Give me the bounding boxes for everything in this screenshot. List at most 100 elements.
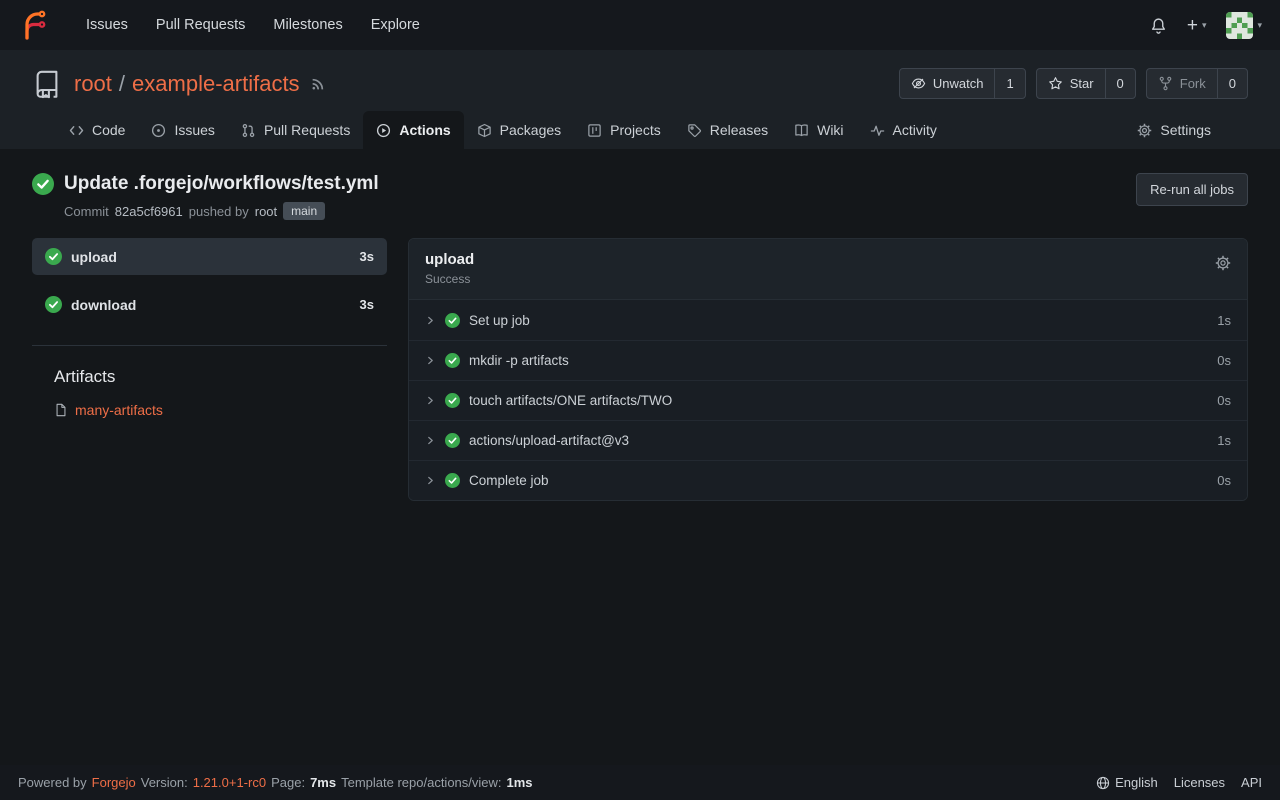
breadcrumb-separator: / bbox=[119, 71, 125, 97]
unwatch-label: Unwatch bbox=[933, 76, 984, 91]
commit-label: Commit bbox=[64, 204, 109, 219]
jobs-sidebar: upload 3s download 3s Artifacts bbox=[32, 238, 387, 501]
issue-circle-icon bbox=[151, 123, 166, 138]
book-icon bbox=[794, 123, 809, 138]
nav-item-milestones[interactable]: Milestones bbox=[259, 0, 356, 50]
package-icon bbox=[477, 123, 492, 138]
star-icon bbox=[1048, 76, 1063, 91]
repo-owner-link[interactable]: root bbox=[74, 71, 112, 97]
job-duration: 3s bbox=[360, 249, 374, 264]
nav-item-pull-requests[interactable]: Pull Requests bbox=[142, 0, 259, 50]
step-row-mkdir[interactable]: mkdir -p artifacts 0s bbox=[409, 340, 1247, 380]
tag-icon bbox=[687, 123, 702, 138]
fork-button[interactable]: Fork 0 bbox=[1146, 68, 1248, 99]
branch-badge[interactable]: main bbox=[283, 202, 325, 220]
repo-tabs: Code Issues Pull Requests bbox=[32, 99, 1248, 149]
tab-label: Actions bbox=[399, 122, 450, 138]
tab-actions[interactable]: Actions bbox=[363, 111, 463, 149]
file-icon bbox=[54, 403, 68, 417]
forgejo-link[interactable]: Forgejo bbox=[92, 775, 136, 790]
template-time-value: 1ms bbox=[507, 775, 533, 790]
tab-code[interactable]: Code bbox=[56, 111, 138, 149]
fork-icon bbox=[1158, 76, 1173, 91]
forgejo-logo-icon[interactable] bbox=[18, 10, 48, 40]
run-title-row: Update .forgejo/workflows/test.yml bbox=[32, 173, 379, 195]
job-status-text: Success bbox=[425, 272, 474, 286]
tab-settings[interactable]: Settings bbox=[1124, 111, 1224, 149]
job-steps-list: Set up job 1s mkdir -p artifacts 0s bbox=[409, 299, 1247, 500]
tab-issues[interactable]: Issues bbox=[138, 111, 227, 149]
notifications-bell-icon[interactable] bbox=[1150, 17, 1167, 34]
chevron-right-icon bbox=[425, 315, 436, 326]
job-item-upload[interactable]: upload 3s bbox=[32, 238, 387, 275]
step-duration: 1s bbox=[1217, 433, 1231, 448]
star-button[interactable]: Star 0 bbox=[1036, 68, 1136, 99]
tab-pull-requests[interactable]: Pull Requests bbox=[228, 111, 363, 149]
language-label: English bbox=[1115, 775, 1158, 790]
create-new-menu[interactable]: + ▾ bbox=[1187, 16, 1207, 35]
commit-sha-link[interactable]: 82a5cf6961 bbox=[115, 204, 183, 219]
actions-run-page: Update .forgejo/workflows/test.yml Commi… bbox=[0, 149, 1280, 501]
step-name: touch artifacts/ONE artifacts/TWO bbox=[469, 393, 672, 408]
navbar-right: + ▾ ▾ bbox=[1150, 12, 1262, 39]
star-label: Star bbox=[1070, 76, 1094, 91]
project-board-icon bbox=[587, 123, 602, 138]
user-menu[interactable]: ▾ bbox=[1226, 12, 1262, 39]
licenses-link[interactable]: Licenses bbox=[1174, 775, 1225, 790]
tab-releases[interactable]: Releases bbox=[674, 111, 781, 149]
play-circle-icon bbox=[376, 123, 391, 138]
stars-count[interactable]: 0 bbox=[1105, 69, 1135, 98]
code-icon bbox=[69, 123, 84, 138]
tab-label: Wiki bbox=[817, 122, 843, 138]
step-name: Complete job bbox=[469, 473, 549, 488]
api-link[interactable]: API bbox=[1241, 775, 1262, 790]
rss-icon[interactable] bbox=[310, 75, 327, 92]
tab-packages[interactable]: Packages bbox=[464, 111, 574, 149]
pushed-by-label: pushed by bbox=[189, 204, 249, 219]
artifacts-heading: Artifacts bbox=[54, 367, 387, 387]
tab-projects[interactable]: Projects bbox=[574, 111, 674, 149]
step-row-upload-artifact[interactable]: actions/upload-artifact@v3 1s bbox=[409, 420, 1247, 460]
language-selector[interactable]: English bbox=[1096, 775, 1158, 790]
pull-request-icon bbox=[241, 123, 256, 138]
settings-icon bbox=[1137, 123, 1152, 138]
job-item-download[interactable]: download 3s bbox=[32, 286, 387, 323]
powered-by-label: Powered by bbox=[18, 775, 87, 790]
tab-activity[interactable]: Activity bbox=[857, 111, 950, 149]
step-row-touch-artifacts[interactable]: touch artifacts/ONE artifacts/TWO 0s bbox=[409, 380, 1247, 420]
step-name: mkdir -p artifacts bbox=[469, 353, 569, 368]
repo-title-row: root / example-artifacts bbox=[32, 68, 1248, 99]
page-footer: Powered by Forgejo Version: 1.21.0+1-rc0… bbox=[0, 765, 1280, 800]
job-detail-header: upload Success bbox=[409, 239, 1247, 299]
job-name: download bbox=[71, 297, 136, 313]
unwatch-button[interactable]: Unwatch 1 bbox=[899, 68, 1026, 99]
tab-wiki[interactable]: Wiki bbox=[781, 111, 856, 149]
repo-name-link[interactable]: example-artifacts bbox=[132, 71, 300, 97]
step-duration: 0s bbox=[1217, 393, 1231, 408]
chevron-right-icon bbox=[425, 395, 436, 406]
repo-breadcrumb: root / example-artifacts bbox=[74, 71, 300, 97]
success-check-icon bbox=[45, 248, 62, 265]
step-row-setup-job[interactable]: Set up job 1s bbox=[409, 300, 1247, 340]
page-time-value: 7ms bbox=[310, 775, 336, 790]
forks-count[interactable]: 0 bbox=[1217, 69, 1247, 98]
watchers-count[interactable]: 1 bbox=[994, 69, 1024, 98]
forgejo-app: Issues Pull Requests Milestones Explore … bbox=[0, 0, 1280, 800]
step-name: actions/upload-artifact@v3 bbox=[469, 433, 629, 448]
version-label: Version: bbox=[141, 775, 188, 790]
sidebar-divider bbox=[32, 345, 387, 346]
job-name: upload bbox=[71, 249, 117, 265]
pusher-link[interactable]: root bbox=[255, 204, 277, 219]
rerun-all-jobs-button[interactable]: Re-run all jobs bbox=[1136, 173, 1248, 206]
version-link[interactable]: 1.21.0+1-rc0 bbox=[193, 775, 266, 790]
chevron-right-icon bbox=[425, 355, 436, 366]
nav-item-explore[interactable]: Explore bbox=[357, 0, 434, 50]
artifact-link[interactable]: many-artifacts bbox=[75, 402, 163, 418]
step-row-complete-job[interactable]: Complete job 0s bbox=[409, 460, 1247, 500]
nav-item-issues[interactable]: Issues bbox=[72, 0, 142, 50]
gear-icon[interactable] bbox=[1215, 251, 1231, 271]
success-check-icon bbox=[45, 296, 62, 313]
repo-action-buttons: Unwatch 1 Star 0 bbox=[899, 68, 1248, 99]
step-duration: 0s bbox=[1217, 353, 1231, 368]
artifact-item[interactable]: many-artifacts bbox=[54, 402, 387, 418]
